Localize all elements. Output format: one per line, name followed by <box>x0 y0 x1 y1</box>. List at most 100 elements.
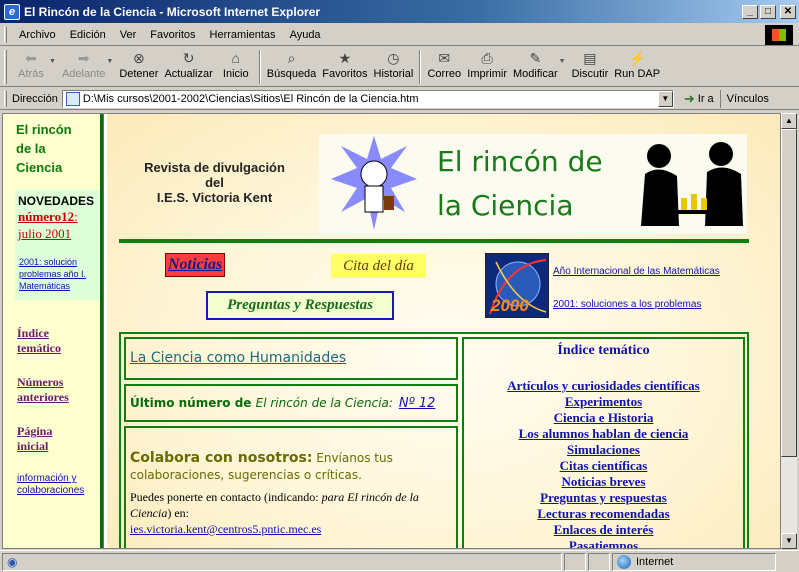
edit-button[interactable]: ✎ Modificar <box>510 49 561 81</box>
favorites-icon: ★ <box>338 49 352 66</box>
vertical-scrollbar[interactable]: ▲ ▼ <box>781 113 797 549</box>
indice-item[interactable]: Preguntas y respuestas <box>464 490 743 506</box>
magazine-subtitle: Revista de divulgación del I.E.S. Victor… <box>144 160 285 205</box>
internet-globe-icon <box>617 554 631 569</box>
lightning-icon: ⚡ <box>628 49 646 66</box>
colabora-cell: Colabora con nosotros: Envíanos tus cola… <box>124 426 458 548</box>
title-bar: e El Rincón de la Ciencia - Microsoft In… <box>0 0 799 23</box>
address-input[interactable]: D:\Mis cursos\2001-2002\Ciencias\Sitios\… <box>61 89 674 108</box>
solutions-link[interactable]: 2001: solución problemas año I. Matemáti… <box>19 256 101 292</box>
go-arrow-icon: ➜ <box>683 90 695 106</box>
scroll-down-button[interactable]: ▼ <box>781 533 797 549</box>
status-text: ◉ <box>2 552 562 571</box>
history-button[interactable]: ◷ Historial <box>371 50 417 81</box>
indice-list: Artículos y curiosidades científicas Exp… <box>464 378 743 548</box>
humanidades-cell: La Ciencia como Humanidades <box>124 337 458 380</box>
frame-divider <box>100 114 103 548</box>
ultimo-numero: Último número de El rincón de la Ciencia… <box>130 396 436 411</box>
header-divider <box>119 239 749 243</box>
menu-ayuda[interactable]: Ayuda <box>283 29 328 41</box>
address-text[interactable]: D:\Mis cursos\2001-2002\Ciencias\Sitios\… <box>83 93 658 105</box>
soluciones-2001-link[interactable]: 2001: soluciones a los problemas <box>553 299 701 310</box>
mail-button[interactable]: ✉ Correo <box>424 50 464 81</box>
close-button[interactable]: ✕ <box>780 4 796 19</box>
rundap-button[interactable]: ⚡ Run DAP <box>611 49 663 81</box>
noticias-button[interactable]: Noticias <box>165 253 226 277</box>
refresh-icon: ↻ <box>182 49 195 66</box>
contact-text: Puedes ponerte en contacto (indicando: p… <box>130 490 419 536</box>
indice-item[interactable]: Noticias breves <box>464 474 743 490</box>
favorites-button[interactable]: ★ Favoritos <box>319 49 370 81</box>
go-button[interactable]: ➜ Ir a <box>683 89 721 108</box>
links-button[interactable]: Vínculos <box>727 93 769 105</box>
maximize-button[interactable]: □ <box>760 4 776 19</box>
menu-archivo[interactable]: Archivo <box>12 29 63 41</box>
ciencia-humanidades-link[interactable]: La Ciencia como Humanidades <box>130 350 346 366</box>
discuss-button[interactable]: ▤ Discutir <box>569 49 612 81</box>
print-button[interactable]: ⎙ Imprimir <box>464 49 510 81</box>
back-button[interactable]: ⬅ Atrás <box>11 49 51 81</box>
forward-button[interactable]: ➡ Adelante <box>59 49 108 81</box>
indice-heading: Índice temático <box>557 343 650 358</box>
colabora-text: Colabora con nosotros: Envíanos tus cola… <box>130 450 393 482</box>
indice-tematico-cell: Índice temático Artículos y curiosidades… <box>462 337 745 548</box>
scroll-thumb[interactable] <box>781 129 797 457</box>
refresh-button[interactable]: ↻ Actualizar <box>161 49 215 81</box>
nav-pagina-inicial[interactable]: Página inicial <box>17 424 52 454</box>
search-icon: ⌕ <box>287 49 296 66</box>
cita-del-dia-button[interactable]: Cita del día <box>331 254 426 278</box>
edit-icon: ✎ <box>529 49 542 66</box>
nav-numeros-anteriores[interactable]: Números anteriores <box>17 375 69 405</box>
indice-item[interactable]: Artículos y curiosidades científicas <box>464 378 743 394</box>
indice-item[interactable]: Enlaces de interés <box>464 522 743 538</box>
left-nav-frame: El rincón de la Ciencia NOVEDADES número… <box>3 114 104 548</box>
year-2000-logo[interactable]: 2000 <box>485 253 549 318</box>
indice-item[interactable]: Experimentos <box>464 394 743 410</box>
menu-edicion[interactable]: Edición <box>63 29 113 41</box>
scroll-up-button[interactable]: ▲ <box>781 113 797 129</box>
news-heading: NOVEDADES <box>18 194 95 208</box>
window-title: El Rincón de la Ciencia - Microsoft Inte… <box>24 4 321 19</box>
preguntas-respuestas-button[interactable]: Preguntas y Respuestas <box>206 291 394 320</box>
news-box: NOVEDADES número12: julio 2001 2001: sol… <box>15 190 101 300</box>
discuss-icon: ▤ <box>583 49 597 66</box>
home-button[interactable]: ⌂ Inicio <box>216 50 256 80</box>
search-button[interactable]: ⌕ Búsqueda <box>264 49 320 81</box>
scientist-cartoon-icon <box>331 136 417 230</box>
issue-link[interactable]: número12: <box>18 208 101 225</box>
printer-icon: ⎙ <box>481 49 493 66</box>
windows-logo-icon <box>765 25 793 45</box>
minimize-button[interactable]: _ <box>742 4 758 19</box>
stop-button[interactable]: ⊗ Detener <box>116 49 161 81</box>
numero-12-link[interactable]: Nº 12 <box>399 396 436 411</box>
indice-item[interactable]: Simulaciones <box>464 442 743 458</box>
content-table: La Ciencia como Humanidades Último númer… <box>119 332 749 548</box>
site-title: El rincón de la Ciencia <box>16 122 72 175</box>
edit-dropdown[interactable]: ▼ <box>559 58 566 65</box>
indice-item[interactable]: Pasatiempos <box>464 538 743 548</box>
forward-arrow-icon: ➡ <box>77 49 90 66</box>
indice-item[interactable]: Citas científicas <box>464 458 743 474</box>
indice-item[interactable]: Ciencia e Historia <box>464 410 743 426</box>
menu-ver[interactable]: Ver <box>113 29 144 41</box>
page-viewport: El rincón de la Ciencia NOVEDADES número… <box>2 113 781 549</box>
forward-dropdown[interactable]: ▼ <box>106 58 113 65</box>
address-label: Dirección <box>12 92 58 105</box>
main-content-frame: Revista de divulgación del I.E.S. Victor… <box>107 114 780 548</box>
address-bar: Dirección D:\Mis cursos\2001-2002\Cienci… <box>0 88 799 110</box>
address-dropdown[interactable]: ▼ <box>657 90 673 107</box>
menu-favoritos[interactable]: Favoritos <box>143 29 202 41</box>
issue-date-link[interactable]: julio 2001 <box>18 225 101 242</box>
menu-herramientas[interactable]: Herramientas <box>203 29 283 41</box>
indice-item[interactable]: Los alumnos hablan de ciencia <box>464 426 743 442</box>
ie-icon: e <box>4 3 20 20</box>
back-dropdown[interactable]: ▼ <box>49 58 56 65</box>
nav-informacion[interactable]: información y colaboraciones <box>17 473 84 497</box>
email-link[interactable]: ies.victoria.kent@centros5.pntic.mec.es <box>130 522 321 536</box>
back-arrow-icon: ⬅ <box>25 49 37 66</box>
stop-icon: ⊗ <box>133 49 145 66</box>
nav-indice-tematico[interactable]: Índice temático <box>17 326 61 356</box>
scientists-silhouette-icon <box>641 142 743 226</box>
ano-internacional-link[interactable]: Año Internacional de las Matemáticas <box>553 266 720 277</box>
indice-item[interactable]: Lecturas recomendadas <box>464 506 743 522</box>
